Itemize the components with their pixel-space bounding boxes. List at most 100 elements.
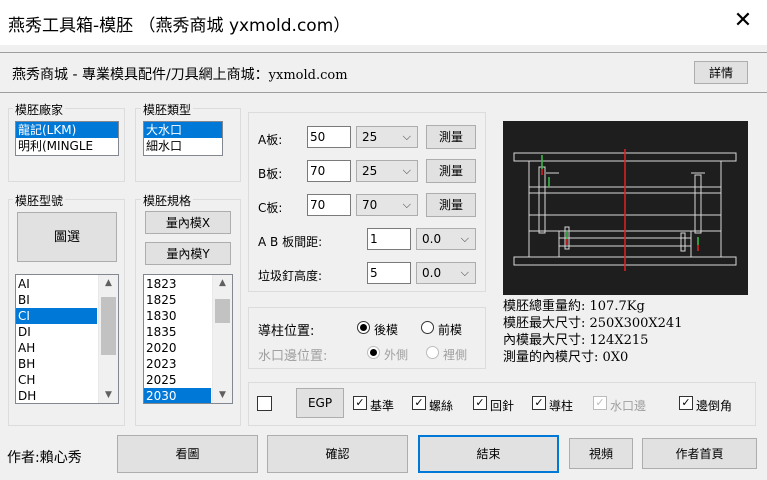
model-item[interactable]: BH (16, 356, 97, 372)
option-screw-checkbox[interactable]: ✓ (412, 396, 426, 410)
spec-item[interactable]: 2020 (144, 340, 211, 356)
mold-preview (503, 121, 748, 295)
option-return-pin-label[interactable]: 回針 (490, 397, 514, 414)
gate-inner-radio[interactable] (426, 346, 439, 359)
plate-c-input[interactable]: 70 (307, 194, 351, 216)
chevron-down-icon: ⌵ (460, 266, 469, 279)
info-inner-max: 內模最大尺寸: 124X215 (503, 333, 649, 348)
measure-inner-y-button[interactable]: 量內模Y (145, 242, 231, 265)
pin-height-input[interactable]: 5 (367, 262, 411, 284)
plate-b-input[interactable]: 70 (307, 160, 351, 182)
scroll-down-icon[interactable]: ▼ (99, 387, 118, 403)
plate-b-combo[interactable]: 25 ⌵ (356, 160, 418, 182)
option-guide-pillar-label[interactable]: 導柱 (549, 397, 573, 414)
ab-gap-combo[interactable]: 0.0 ⌵ (416, 228, 476, 250)
brand-listbox[interactable]: 龍記(LKM) 明利(MINGLE (15, 121, 119, 156)
video-button[interactable]: 視頻 (569, 438, 633, 469)
close-icon[interactable]: ✕ (731, 9, 755, 33)
plate-b-combo-value: 25 (362, 164, 378, 178)
window-title: 燕秀工具箱-模胚 （燕秀商城 yxmold.com） (8, 16, 351, 36)
spec-item[interactable]: 1830 (144, 308, 211, 324)
gate-position-label: 水口邊位置: (258, 349, 328, 364)
model-item[interactable]: DH (16, 388, 97, 403)
ab-gap-input[interactable]: 1 (367, 228, 411, 250)
chevron-down-icon: ⌵ (402, 164, 411, 177)
scroll-thumb[interactable] (101, 297, 116, 355)
model-item[interactable]: CH (16, 372, 97, 388)
scroll-down-icon[interactable]: ▼ (213, 387, 232, 403)
chevron-down-icon: ⌵ (402, 130, 411, 143)
model-item-selected[interactable]: CI (16, 308, 97, 324)
spec-listbox[interactable]: 1823 1825 1830 1835 2020 2023 2025 2030 … (143, 274, 233, 404)
type-item-large-gate[interactable]: 大水口 (144, 122, 222, 138)
option-guide-pillar-checkbox[interactable]: ✓ (532, 396, 546, 410)
spec-scrollbar[interactable]: ▲ ▼ (212, 275, 232, 403)
end-button[interactable]: 結束 (418, 435, 559, 473)
spec-item[interactable]: 1825 (144, 292, 211, 308)
model-item[interactable]: AI (16, 276, 97, 292)
spec-item[interactable]: 2023 (144, 356, 211, 372)
egp-button[interactable]: EGP (296, 388, 344, 418)
guide-front-label[interactable]: 前模 (438, 321, 462, 338)
select-by-image-button[interactable]: 圖選 (17, 212, 117, 262)
plate-b-label: B板: (258, 167, 283, 181)
measure-inner-x-button[interactable]: 量內模X (145, 211, 231, 234)
gate-outer-radio[interactable] (367, 346, 380, 359)
option-datum-label[interactable]: 基準 (370, 397, 394, 414)
header-url[interactable]: yxmold.com (269, 68, 348, 83)
chevron-down-icon: ⌵ (402, 198, 411, 211)
confirm-button[interactable]: 確認 (267, 435, 408, 473)
plate-c-label: C板: (258, 201, 283, 215)
option-return-pin-checkbox[interactable]: ✓ (473, 396, 487, 410)
spec-item[interactable]: 2025 (144, 372, 211, 388)
header-divider-top (0, 52, 767, 53)
option-blank-checkbox[interactable] (257, 396, 272, 411)
guide-front-radio[interactable] (421, 321, 434, 334)
detail-button[interactable]: 詳情 (694, 61, 748, 84)
scroll-thumb[interactable] (215, 299, 230, 323)
scroll-up-icon[interactable]: ▲ (99, 275, 118, 291)
model-item[interactable]: BI (16, 292, 97, 308)
option-gate-edge-checkbox[interactable]: ✓ (593, 396, 607, 410)
type-listbox[interactable]: 大水口 細水口 (143, 121, 223, 156)
model-scrollbar[interactable]: ▲ ▼ (98, 275, 118, 403)
type-item-fine-gate[interactable]: 細水口 (144, 138, 222, 154)
spec-item[interactable]: 1823 (144, 276, 211, 292)
mold-drawing (513, 149, 737, 271)
scroll-up-icon[interactable]: ▲ (213, 275, 232, 291)
ab-gap-label: A B 板間距: (258, 235, 323, 249)
header-label: 燕秀商城 - 專業模具配件/刀具網上商城： (12, 67, 269, 83)
type-group-label: 模胚類型 (141, 101, 194, 118)
info-weight: 模胚總重量約: 107.7Kg (503, 299, 645, 314)
view-image-button[interactable]: 看圖 (117, 435, 258, 473)
guide-back-radio[interactable] (357, 321, 370, 334)
spec-group-label: 模胚規格 (141, 192, 194, 209)
pin-height-combo[interactable]: 0.0 ⌵ (416, 262, 476, 284)
ab-gap-combo-value: 0.0 (422, 232, 442, 246)
brand-item-lkm[interactable]: 龍記(LKM) (16, 122, 118, 138)
model-item[interactable]: AH (16, 340, 97, 356)
model-item[interactable]: DI (16, 324, 97, 340)
model-listbox[interactable]: AI BI CI DI AH BH CH DH ▲ ▼ (15, 274, 119, 404)
spec-item[interactable]: 1835 (144, 324, 211, 340)
title-bar: 燕秀工具箱-模胚 （燕秀商城 yxmold.com） ✕ (0, 0, 767, 45)
option-gate-edge-label[interactable]: 水口邊 (610, 397, 646, 414)
plate-c-combo-value: 70 (362, 198, 378, 212)
author-homepage-button[interactable]: 作者首頁 (642, 438, 757, 469)
plate-a-measure-button[interactable]: 測量 (426, 125, 476, 149)
plate-c-measure-button[interactable]: 測量 (426, 193, 476, 217)
option-screw-label[interactable]: 螺絲 (429, 397, 453, 414)
gate-outer-label[interactable]: 外側 (384, 346, 408, 363)
option-chamfer-checkbox[interactable]: ✓ (679, 396, 693, 410)
guide-back-label[interactable]: 後模 (374, 321, 398, 338)
plate-c-combo[interactable]: 70 ⌵ (356, 194, 418, 216)
chevron-down-icon: ⌵ (460, 232, 469, 245)
brand-item-mingle[interactable]: 明利(MINGLE (16, 138, 118, 154)
gate-inner-label[interactable]: 裡側 (443, 346, 467, 363)
spec-item-selected[interactable]: 2030 (144, 388, 211, 403)
plate-a-input[interactable]: 50 (307, 126, 351, 148)
option-chamfer-label[interactable]: 邊倒角 (696, 397, 732, 414)
plate-b-measure-button[interactable]: 測量 (426, 159, 476, 183)
plate-a-combo[interactable]: 25 ⌵ (356, 126, 418, 148)
option-datum-checkbox[interactable]: ✓ (353, 396, 367, 410)
